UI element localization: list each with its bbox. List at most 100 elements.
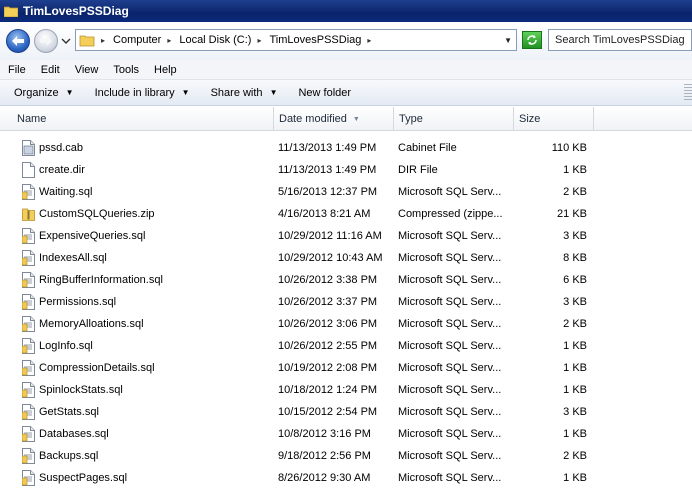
menu-file[interactable]: File: [8, 64, 26, 76]
sql-file-icon: [21, 448, 35, 464]
file-size: 6 KB: [563, 274, 587, 286]
address-row: ▸ Computer ▸ Local Disk (C:) ▸ TimLovesP…: [0, 22, 692, 60]
file-type: Microsoft SQL Serv...: [398, 318, 502, 330]
folder-icon: [79, 35, 95, 47]
file-date: 10/8/2012 3:16 PM: [278, 428, 371, 440]
command-bar: Organize ▼ Include in library ▼ Share wi…: [0, 80, 692, 106]
toolbar-grip[interactable]: [684, 84, 692, 102]
file-row[interactable]: CustomSQLQueries.zip 4/16/2013 8:21 AM Com…: [0, 203, 692, 225]
new-folder-button[interactable]: New folder: [298, 87, 351, 99]
folder-icon: [4, 6, 18, 17]
zip-folder-icon: [22, 206, 35, 222]
file-size: 2 KB: [563, 186, 587, 198]
file-name: create.dir: [39, 164, 85, 176]
column-date-modified[interactable]: Date modified ▼: [274, 107, 394, 131]
chevron-down-icon: [61, 38, 71, 44]
file-date: 4/16/2013 8:21 AM: [278, 208, 371, 220]
file-date: 9/18/2012 2:56 PM: [278, 450, 371, 462]
organize-label: Organize: [14, 86, 59, 99]
column-size[interactable]: Size: [514, 107, 594, 131]
back-button[interactable]: [6, 29, 30, 53]
sql-file-icon: [21, 294, 35, 310]
sql-file-icon: [21, 272, 35, 288]
file-name: GetStats.sql: [39, 406, 99, 418]
file-size: 1 KB: [563, 362, 587, 374]
file-name: pssd.cab: [39, 142, 84, 154]
file-type: DIR File: [398, 164, 438, 176]
search-placeholder: Search TimLovesPSSDiag: [555, 34, 685, 46]
file-date: 10/15/2012 2:54 PM: [278, 406, 378, 418]
file-date: 10/26/2012 3:37 PM: [278, 296, 378, 308]
file-name: Databases.sql: [39, 428, 109, 440]
sql-file-icon: [21, 470, 35, 486]
cab-file-icon: [22, 140, 35, 156]
file-type: Cabinet File: [398, 142, 457, 154]
forward-button[interactable]: [34, 29, 58, 53]
menu-edit[interactable]: Edit: [41, 64, 60, 76]
file-date: 10/26/2012 3:38 PM: [278, 274, 378, 286]
file-row[interactable]: create.dir 11/13/2013 1:49 PM DIR File 1 KB: [0, 159, 692, 181]
refresh-icon: [527, 35, 537, 45]
file-name: LogInfo.sql: [39, 340, 93, 352]
breadcrumb-local-disk[interactable]: Local Disk (C:): [179, 34, 251, 46]
file-size: 2 KB: [563, 318, 587, 330]
file-size: 110 KB: [551, 142, 587, 154]
include-in-library-label: Include in library: [94, 86, 175, 99]
chevron-right-icon[interactable]: ▸: [257, 36, 261, 45]
address-bar[interactable]: ▸ Computer ▸ Local Disk (C:) ▸ TimLovesP…: [75, 29, 517, 51]
breadcrumb-folder[interactable]: TimLovesPSSDiag: [269, 34, 361, 46]
file-row[interactable]: SpinlockStats.sql 10/18/2012 1:24 PM Micro…: [0, 379, 692, 401]
file-date: 11/13/2013 1:49 PM: [278, 142, 377, 154]
file-row[interactable]: Permissions.sql 10/26/2012 3:37 PM Microso…: [0, 291, 692, 313]
file-type: Microsoft SQL Serv...: [398, 230, 502, 242]
file-type: Microsoft SQL Serv...: [398, 384, 502, 396]
menu-tools[interactable]: Tools: [113, 64, 139, 76]
file-type: Microsoft SQL Serv...: [398, 362, 502, 374]
file-row[interactable]: IndexesAll.sql 10/29/2012 10:43 AM Microso…: [0, 247, 692, 269]
file-size: 8 KB: [563, 252, 587, 264]
file-row[interactable]: SuspectPages.sql 8/26/2012 9:30 AM Microso…: [0, 467, 692, 489]
search-input[interactable]: Search TimLovesPSSDiag: [548, 29, 692, 51]
sql-file-icon: [21, 360, 35, 376]
file-type: Microsoft SQL Serv...: [398, 186, 502, 198]
file-row[interactable]: ExpensiveQueries.sql 10/29/2012 11:16 AM M…: [0, 225, 692, 247]
file-name: SuspectPages.sql: [39, 472, 128, 484]
recent-pages-dropdown[interactable]: [61, 35, 71, 47]
file-name: ExpensiveQueries.sql: [39, 230, 146, 242]
chevron-right-icon[interactable]: ▸: [367, 36, 371, 45]
file-size: 21 KB: [557, 208, 587, 220]
address-dropdown-icon[interactable]: ▼: [504, 36, 512, 45]
chevron-right-icon[interactable]: ▸: [101, 36, 105, 45]
column-name-label: Name: [17, 113, 47, 125]
breadcrumb-computer[interactable]: Computer: [113, 34, 161, 46]
menu-view[interactable]: View: [75, 64, 99, 76]
refresh-button[interactable]: [522, 31, 542, 49]
include-in-library-button[interactable]: Include in library ▼: [95, 87, 190, 99]
chevron-down-icon: ▼: [65, 88, 74, 97]
column-type[interactable]: Type: [394, 107, 514, 131]
file-row[interactable]: MemoryAlloations.sql 10/26/2012 3:06 PM Mi…: [0, 313, 692, 335]
file-date: 5/16/2013 12:37 PM: [278, 186, 378, 198]
file-row[interactable]: Backups.sql 9/18/2012 2:56 PM Microsoft SQ…: [0, 445, 692, 467]
file-row[interactable]: CompressionDetails.sql 10/19/2012 2:08 PM…: [0, 357, 692, 379]
file-type: Microsoft SQL Serv...: [398, 274, 502, 286]
file-row[interactable]: RingBufferInformation.sql 10/26/2012 3:38…: [0, 269, 692, 291]
file-date: 8/26/2012 9:30 AM: [278, 472, 371, 484]
share-with-button[interactable]: Share with ▼: [211, 87, 278, 99]
file-name: IndexesAll.sql: [39, 252, 107, 264]
file-row[interactable]: Waiting.sql 5/16/2013 12:37 PM Microsoft S…: [0, 181, 692, 203]
file-row[interactable]: LogInfo.sql 10/26/2012 2:55 PM Microsoft S…: [0, 335, 692, 357]
arrow-right-icon: [40, 36, 52, 46]
column-name[interactable]: Name: [12, 107, 274, 131]
file-date: 10/26/2012 3:06 PM: [278, 318, 378, 330]
file-row[interactable]: GetStats.sql 10/15/2012 2:54 PM Microsoft …: [0, 401, 692, 423]
chevron-down-icon: ▼: [269, 88, 278, 97]
title-bar[interactable]: TimLovesPSSDiag: [0, 0, 692, 22]
chevron-right-icon[interactable]: ▸: [167, 36, 171, 45]
organize-button[interactable]: Organize ▼: [14, 87, 74, 99]
sql-file-icon: [21, 404, 35, 420]
menu-help[interactable]: Help: [154, 64, 177, 76]
file-row[interactable]: pssd.cab 11/13/2013 1:49 PM Cabinet File 11…: [0, 137, 692, 159]
column-size-label: Size: [519, 113, 541, 125]
file-row[interactable]: Databases.sql 10/8/2012 3:16 PM Microsoft …: [0, 423, 692, 445]
